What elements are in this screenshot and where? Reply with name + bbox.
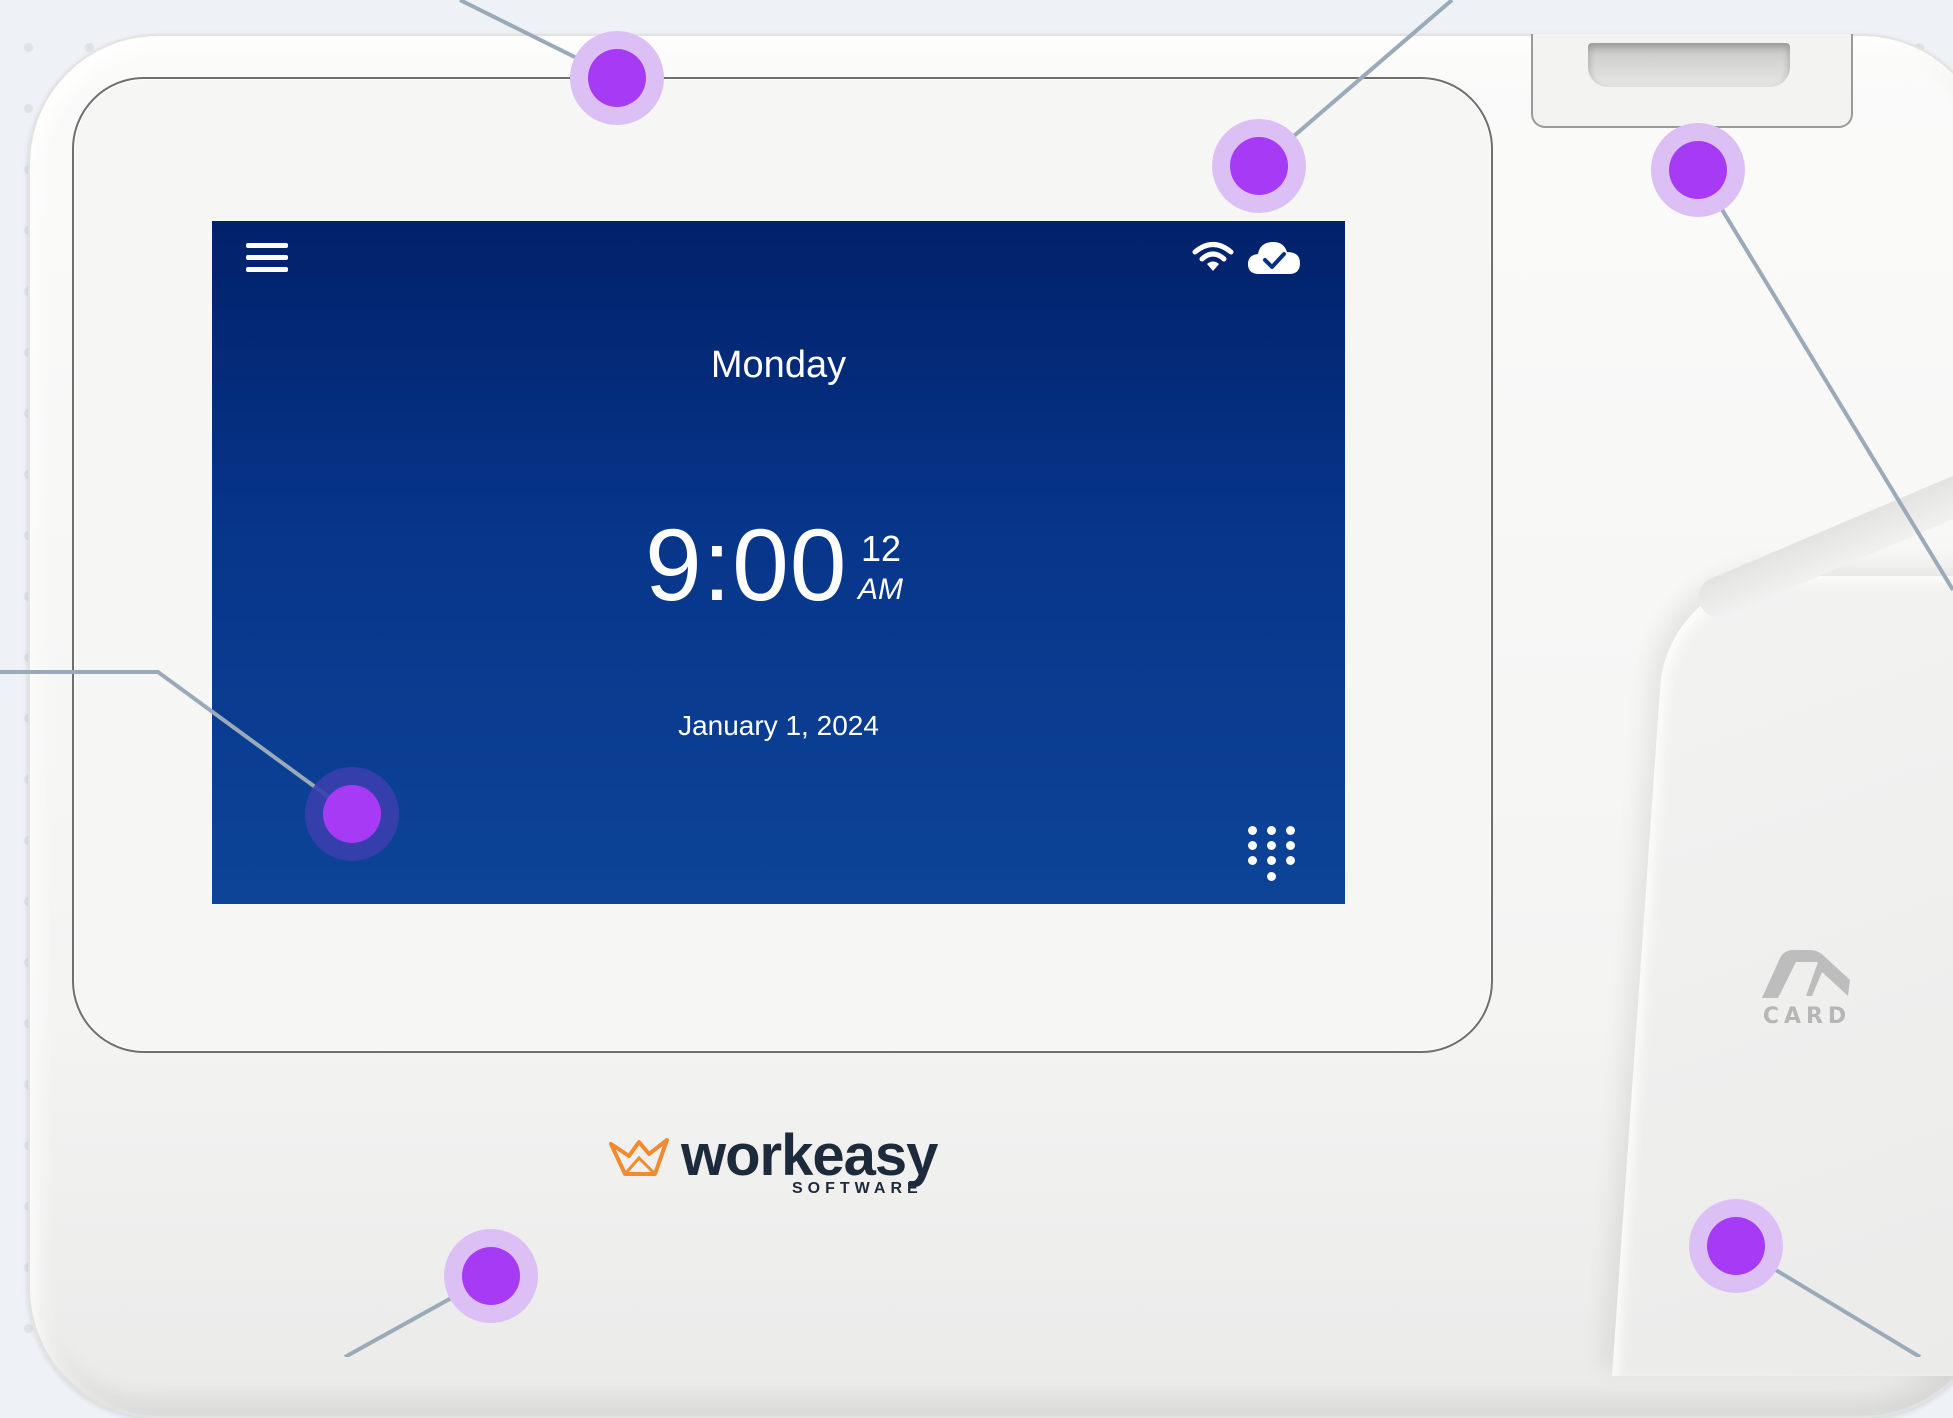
- workeasy-logo: workeasy SOFTWARE: [609, 1123, 959, 1206]
- annotation-hotspot[interactable]: [1651, 123, 1745, 217]
- date-label: January 1, 2024: [678, 710, 879, 741]
- annotation-hotspot[interactable]: [444, 1229, 538, 1323]
- hamburger-menu-icon[interactable]: [246, 243, 288, 277]
- weekday-label: Monday: [710, 344, 847, 386]
- keypad-icon[interactable]: [1244, 822, 1300, 886]
- crown-logo-icon: [609, 1138, 669, 1176]
- annotation-hotspot[interactable]: [1212, 119, 1306, 213]
- clock-time: 9:00: [645, 508, 848, 622]
- brand-tagline: SOFTWARE: [792, 1180, 923, 1197]
- annotation-hotspot[interactable]: [570, 31, 664, 125]
- brand-name: workeasy: [681, 1123, 938, 1188]
- clock-meridiem: AM: [858, 573, 903, 606]
- fingerprint-slot: [1588, 43, 1790, 87]
- clock-seconds: 12: [861, 528, 902, 569]
- annotation-hotspot[interactable]: [1689, 1199, 1783, 1293]
- card-reader-label: CARD: [1762, 1004, 1852, 1029]
- annotation-hotspot[interactable]: [305, 767, 399, 861]
- cloud-sync-check-icon: [1248, 242, 1300, 274]
- wifi-icon: [1192, 242, 1234, 271]
